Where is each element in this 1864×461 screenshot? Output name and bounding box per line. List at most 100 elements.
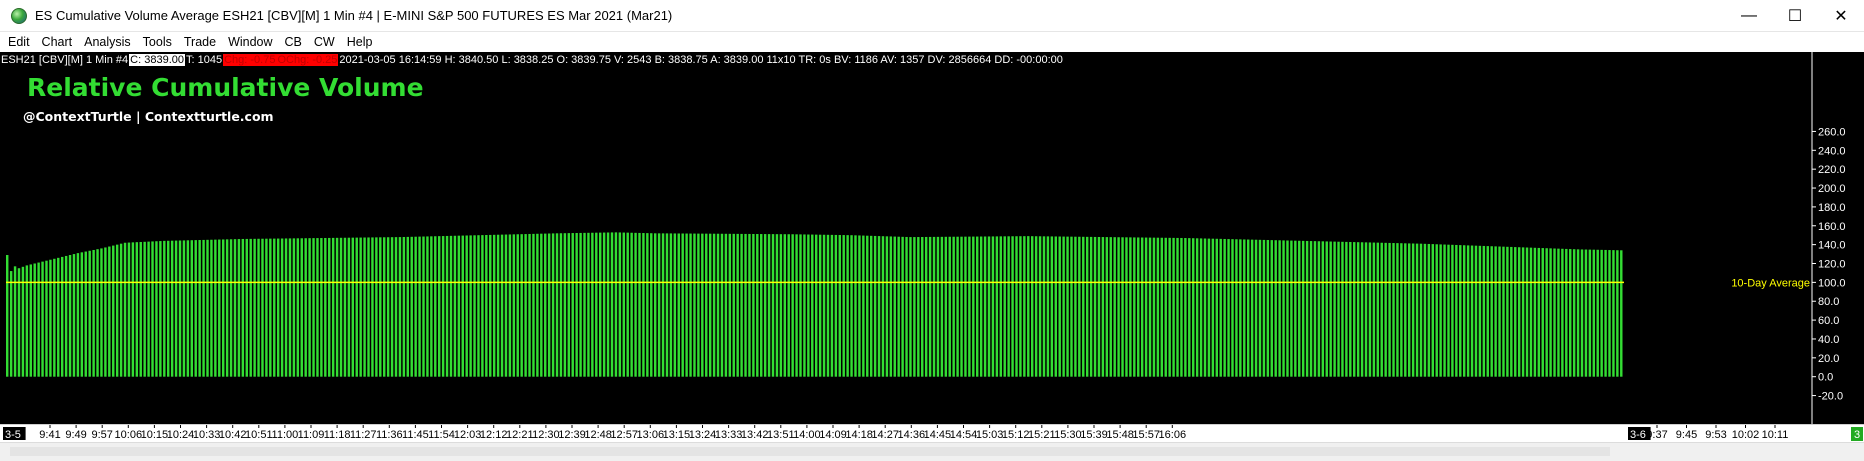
- chart-area[interactable]: 10-Day Average 260.0 240.0 220.0 200.0 180.0 1…: [0, 52, 1864, 424]
- bar: [1097, 236, 1101, 377]
- chart-plot[interactable]: 10-Day Average 260.0 240.0 220.0 200.0 180.0 1…: [0, 52, 1864, 424]
- bar: [1042, 236, 1046, 377]
- bar: [296, 238, 300, 377]
- horizontal-scrollbar[interactable]: [0, 442, 1864, 461]
- bar: [269, 238, 272, 377]
- bar: [237, 239, 241, 377]
- bar: [583, 232, 586, 377]
- bar: [1423, 243, 1427, 377]
- y-tick-label: 0.0: [1818, 372, 1833, 384]
- bar: [273, 238, 276, 377]
- x-label: 11:18: [324, 429, 351, 441]
- bar: [928, 236, 932, 377]
- menu-tools[interactable]: Tools: [137, 35, 178, 49]
- bar: [206, 239, 209, 377]
- bar: [1376, 242, 1380, 377]
- menu-window[interactable]: Window: [222, 35, 278, 49]
- bar: [1404, 243, 1407, 377]
- bar: [1038, 236, 1042, 377]
- bar: [1301, 240, 1305, 377]
- y-tick-label: 100.0: [1818, 277, 1846, 289]
- menu-trade[interactable]: Trade: [178, 35, 222, 49]
- bar: [1270, 240, 1273, 377]
- bar: [1164, 237, 1167, 377]
- bar: [1313, 241, 1317, 377]
- bar: [222, 239, 225, 377]
- x-label: 11:00: [272, 429, 299, 441]
- menu-help[interactable]: Help: [341, 35, 379, 49]
- bar: [685, 233, 688, 377]
- bar: [60, 256, 64, 377]
- menu-edit[interactable]: Edit: [0, 35, 36, 49]
- bar: [1074, 236, 1077, 377]
- info-ochg: OChg: -0.25: [276, 53, 339, 66]
- bar: [563, 233, 567, 377]
- bar: [308, 238, 311, 377]
- bar: [410, 236, 413, 377]
- x-label: 12:30: [532, 429, 560, 441]
- bar: [736, 233, 739, 377]
- bar: [1356, 242, 1360, 377]
- bar: [1105, 237, 1109, 377]
- bar: [45, 260, 48, 377]
- bar: [457, 235, 461, 377]
- bar: [799, 234, 802, 377]
- bar: [163, 240, 166, 377]
- x-label: 12:39: [558, 429, 586, 441]
- x-label: 15:03: [976, 429, 1004, 441]
- bar: [508, 234, 512, 377]
- bar: [520, 234, 523, 377]
- bar: [17, 268, 21, 377]
- bar: [551, 233, 555, 377]
- maximize-button[interactable]: ☐: [1772, 0, 1818, 32]
- bar: [49, 259, 52, 377]
- bar: [1510, 246, 1513, 377]
- bar: [418, 236, 421, 377]
- bar: [712, 233, 716, 377]
- bar: [1329, 241, 1332, 377]
- menu-analysis[interactable]: Analysis: [78, 35, 137, 49]
- bar: [869, 235, 873, 377]
- bar: [956, 236, 959, 377]
- bar: [1023, 236, 1026, 377]
- bar: [1219, 238, 1222, 377]
- bar: [1266, 240, 1270, 377]
- bar: [1203, 238, 1207, 377]
- bar: [1411, 243, 1415, 377]
- bar: [657, 233, 661, 377]
- bar: [756, 234, 759, 377]
- bar: [331, 237, 335, 377]
- bar: [402, 236, 406, 377]
- bar: [1125, 237, 1128, 377]
- minimize-button[interactable]: —: [1726, 0, 1772, 32]
- bar: [167, 240, 170, 377]
- menu-cb[interactable]: CB: [279, 35, 308, 49]
- bar: [1400, 243, 1403, 377]
- bar: [850, 235, 853, 377]
- bar: [1058, 236, 1061, 377]
- bar: [1341, 241, 1344, 377]
- close-button[interactable]: ✕: [1818, 0, 1864, 32]
- bar: [528, 233, 531, 377]
- menu-chart[interactable]: Chart: [36, 35, 79, 49]
- bar: [1372, 242, 1376, 377]
- bar: [1176, 237, 1179, 377]
- bar: [473, 235, 476, 377]
- x-label: 12:57: [610, 429, 638, 441]
- bar: [1462, 245, 1466, 377]
- bar: [544, 233, 547, 377]
- y-tick-label: 20.0: [1818, 353, 1839, 365]
- x-axis[interactable]: 3-5 9:41 9:49 9:57 10:06 10:15 10:24 10:33 10:42…: [0, 424, 1864, 443]
- bar: [108, 246, 111, 377]
- menu-cw[interactable]: CW: [308, 35, 341, 49]
- bar: [701, 233, 704, 377]
- bar: [803, 234, 806, 377]
- bar: [1502, 246, 1505, 377]
- bar: [1353, 242, 1356, 377]
- bar: [363, 237, 366, 377]
- bar: [783, 234, 787, 377]
- bar: [1557, 248, 1560, 377]
- bar: [29, 264, 32, 377]
- bar: [441, 236, 445, 377]
- scrollbar-thumb[interactable]: [10, 447, 1610, 456]
